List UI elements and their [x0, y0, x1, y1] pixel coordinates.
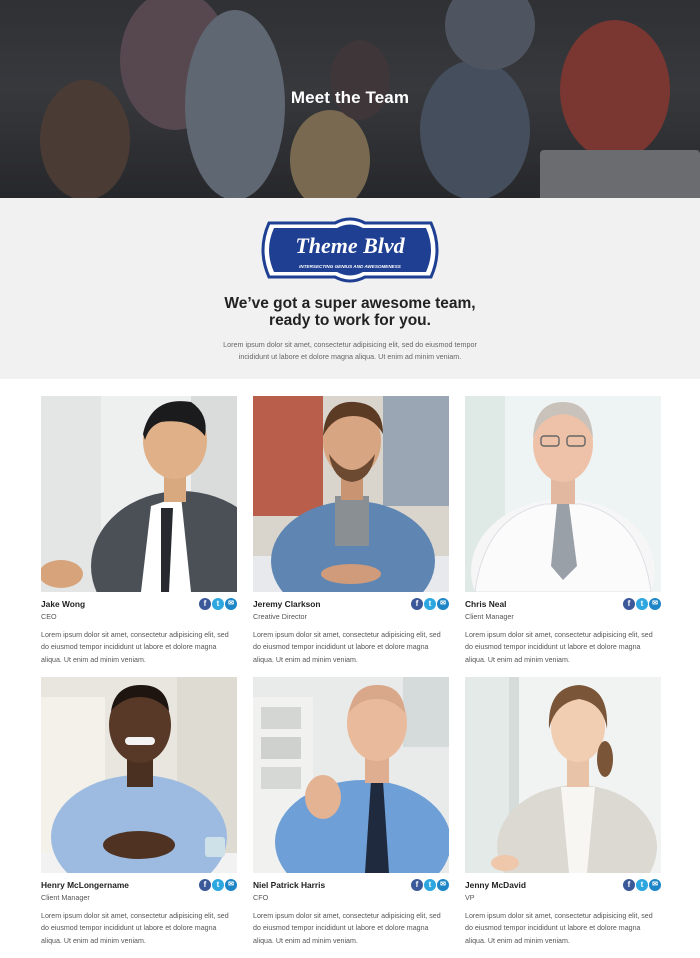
email-icon[interactable]: ✉	[649, 598, 661, 610]
team-member-role: CFO	[253, 893, 269, 902]
twitter-icon[interactable]: t	[424, 879, 436, 891]
team-member-name: Jeremy Clarkson	[253, 599, 321, 609]
team-member-name: Chris Neal	[465, 599, 507, 609]
email-icon[interactable]: ✉	[437, 598, 449, 610]
team-member-photo	[253, 396, 449, 592]
intro-headline: We’ve got a super awesome team, ready to…	[224, 295, 476, 329]
team-member-photo	[465, 677, 661, 873]
twitter-icon[interactable]: t	[636, 598, 648, 610]
twitter-icon[interactable]: t	[212, 598, 224, 610]
team-member-bio: Lorem ipsum dolor sit amet, consectetur …	[41, 912, 229, 945]
team-member-name: Niel Patrick Harris	[253, 880, 326, 890]
twitter-icon[interactable]: t	[636, 879, 648, 891]
facebook-icon[interactable]: f	[199, 598, 211, 610]
facebook-icon[interactable]: f	[199, 879, 211, 891]
team-member-role: Client Manager	[465, 612, 514, 621]
team-member-name: Henry McLongername	[41, 880, 129, 890]
email-icon[interactable]: ✉	[649, 879, 661, 891]
facebook-icon[interactable]: f	[623, 598, 635, 610]
team-member-bio: Lorem ipsum dolor sit amet, consectetur …	[253, 912, 441, 945]
team-member-photo	[41, 677, 237, 873]
hero-banner: Meet the Team	[0, 0, 700, 198]
team-member-name: Jenny McDavid	[465, 880, 526, 890]
social-links: f t ✉	[199, 598, 237, 610]
intro-text: Lorem ipsum dolor sit amet, consectetur …	[223, 340, 477, 361]
twitter-icon[interactable]: t	[424, 598, 436, 610]
social-links: f t ✉	[199, 879, 237, 891]
team-member-role: CEO	[41, 612, 57, 621]
team-member-role: VP	[465, 893, 475, 902]
email-icon[interactable]: ✉	[437, 879, 449, 891]
social-links: f t ✉	[623, 598, 661, 610]
email-icon[interactable]: ✉	[225, 879, 237, 891]
facebook-icon[interactable]: f	[411, 598, 423, 610]
team-member-bio: Lorem ipsum dolor sit amet, consectetur …	[253, 631, 441, 664]
team-member-bio: Lorem ipsum dolor sit amet, consectetur …	[465, 912, 653, 945]
team-member-photo	[253, 677, 449, 873]
facebook-icon[interactable]: f	[623, 879, 635, 891]
team-member-photo	[465, 396, 661, 592]
team-member-role: Client Manager	[41, 893, 90, 902]
page-title: Meet the Team	[290, 88, 410, 107]
intro-section: Theme Blvd INTERSECTING GENIUS AND AWESO…	[0, 198, 700, 379]
social-links: f t ✉	[411, 598, 449, 610]
social-links: f t ✉	[623, 879, 661, 891]
team-member-role: Creative Director	[253, 612, 307, 621]
logo-tagline: INTERSECTING GENIUS AND AWESOMENESS	[299, 264, 402, 269]
team-member-bio: Lorem ipsum dolor sit amet, consectetur …	[41, 631, 229, 664]
logo-wordmark: Theme Blvd	[295, 233, 405, 258]
team-member-photo	[41, 396, 237, 592]
facebook-icon[interactable]: f	[411, 879, 423, 891]
email-icon[interactable]: ✉	[225, 598, 237, 610]
theme-blvd-logo[interactable]: Theme Blvd INTERSECTING GENIUS AND AWESO…	[257, 215, 443, 285]
team-member-bio: Lorem ipsum dolor sit amet, consectetur …	[465, 631, 653, 664]
team-member-name: Jake Wong	[41, 599, 86, 609]
social-links: f t ✉	[411, 879, 449, 891]
twitter-icon[interactable]: t	[212, 879, 224, 891]
